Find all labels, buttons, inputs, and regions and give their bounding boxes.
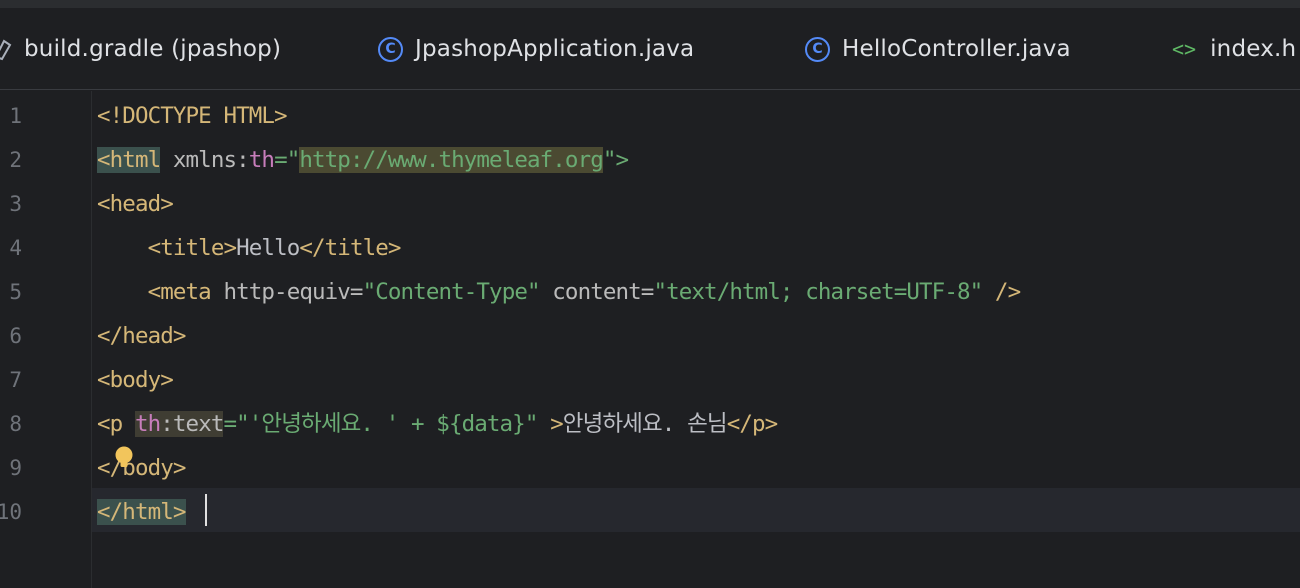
html-open-tag: <html xyxy=(97,147,161,173)
p-close-tag: </p> xyxy=(726,411,778,437)
meta-open-tag: <meta xyxy=(147,279,212,305)
code-editor[interactable]: 1 2 3 4 5 6 7 8 9 10 <!DOCTYPE HTML> <ht… xyxy=(0,91,1300,588)
tab-jpashop-application[interactable]: C JpashopApplication.java xyxy=(378,8,694,90)
top-toolbar-strip xyxy=(0,0,1300,8)
code-line-1: <!DOCTYPE HTML> xyxy=(97,94,288,138)
xmlns-attribute: xmlns: xyxy=(160,147,250,173)
tab-label: JpashopApplication.java xyxy=(415,36,695,62)
code-line-6: </head> xyxy=(97,314,186,358)
line-number: 6 xyxy=(9,324,22,348)
ide-window: build.gradle (jpashop) C JpashopApplicat… xyxy=(0,0,1300,588)
text-attribute: :text xyxy=(160,411,224,437)
gradle-icon xyxy=(0,37,12,61)
title-open-tag: <title> xyxy=(147,235,237,261)
html-close-tag: </html> xyxy=(97,499,186,525)
content-value: "text/html; charset=UTF-8" xyxy=(653,279,983,305)
line-number: 1 xyxy=(9,104,22,128)
java-class-icon: C xyxy=(805,36,830,62)
tab-label: index.h xyxy=(1210,36,1297,62)
code-line-9: </body> xyxy=(97,446,186,490)
code-line-8: <p th:text="'안녕하세요. ' + ${data}" >안녕하세요.… xyxy=(97,402,778,446)
th-text-expression: "'안녕하세요. ' + ${data}" xyxy=(236,411,538,437)
content-attribute: content= xyxy=(539,279,654,305)
http-equiv-value: "Content-Type" xyxy=(362,279,541,305)
head-open-tag: <head> xyxy=(97,191,174,217)
line-number-gutter: 1 2 3 4 5 6 7 8 9 10 xyxy=(0,91,92,588)
line-number: 7 xyxy=(9,368,22,392)
body-open-tag: <body> xyxy=(97,367,174,393)
body-close-tag: </body> xyxy=(97,455,186,481)
title-close-tag: </title> xyxy=(299,235,401,261)
attr-equals: =" xyxy=(274,147,300,173)
current-line-highlight xyxy=(92,488,1300,532)
java-class-icon: C xyxy=(378,36,403,62)
editor-tab-bar: build.gradle (jpashop) C JpashopApplicat… xyxy=(0,8,1300,90)
http-equiv-attribute: http-equiv= xyxy=(210,279,363,305)
p-open-tag: <p xyxy=(97,411,135,437)
code-line-5: <meta http-equiv="Content-Type" content=… xyxy=(97,270,1022,314)
th-namespace: th xyxy=(248,147,275,173)
code-line-3: <head> xyxy=(97,182,174,226)
p-open-close: > xyxy=(537,411,564,437)
line-number: 9 xyxy=(9,456,22,480)
line-number: 10 xyxy=(0,500,22,524)
tab-label: build.gradle (jpashop) xyxy=(24,36,282,62)
thymeleaf-url-value: http://www.thymeleaf.org xyxy=(299,147,604,173)
lightbulb-icon[interactable] xyxy=(114,446,134,472)
tab-build-gradle[interactable]: build.gradle (jpashop) xyxy=(0,8,281,90)
line-number: 5 xyxy=(9,280,22,304)
doctype-declaration: <!DOCTYPE HTML> xyxy=(97,103,288,129)
tab-index-html[interactable]: <> index.h xyxy=(1172,8,1296,90)
code-line-4: <title>Hello</title> xyxy=(97,226,402,270)
th-namespace: th xyxy=(134,411,161,437)
tab-label: HelloController.java xyxy=(842,36,1071,62)
html-file-icon: <> xyxy=(1172,37,1197,61)
line-number: 2 xyxy=(9,148,22,172)
meta-self-close: /> xyxy=(982,279,1021,305)
attr-equals: = xyxy=(223,411,237,437)
line-number: 4 xyxy=(9,236,22,260)
tab-hello-controller[interactable]: C HelloController.java xyxy=(805,8,1071,90)
line-number: 3 xyxy=(9,192,22,216)
head-close-tag: </head> xyxy=(97,323,186,349)
p-text-content: 안녕하세요. 손님 xyxy=(562,411,728,437)
code-line-7: <body> xyxy=(97,358,174,402)
code-line-2: <html xmlns:th="http://www.thymeleaf.org… xyxy=(97,138,629,182)
text-caret xyxy=(205,494,207,526)
line-number: 8 xyxy=(9,412,22,436)
html-open-close: "> xyxy=(602,147,629,173)
code-line-10: </html> xyxy=(97,490,186,534)
title-text: Hello xyxy=(236,235,300,261)
